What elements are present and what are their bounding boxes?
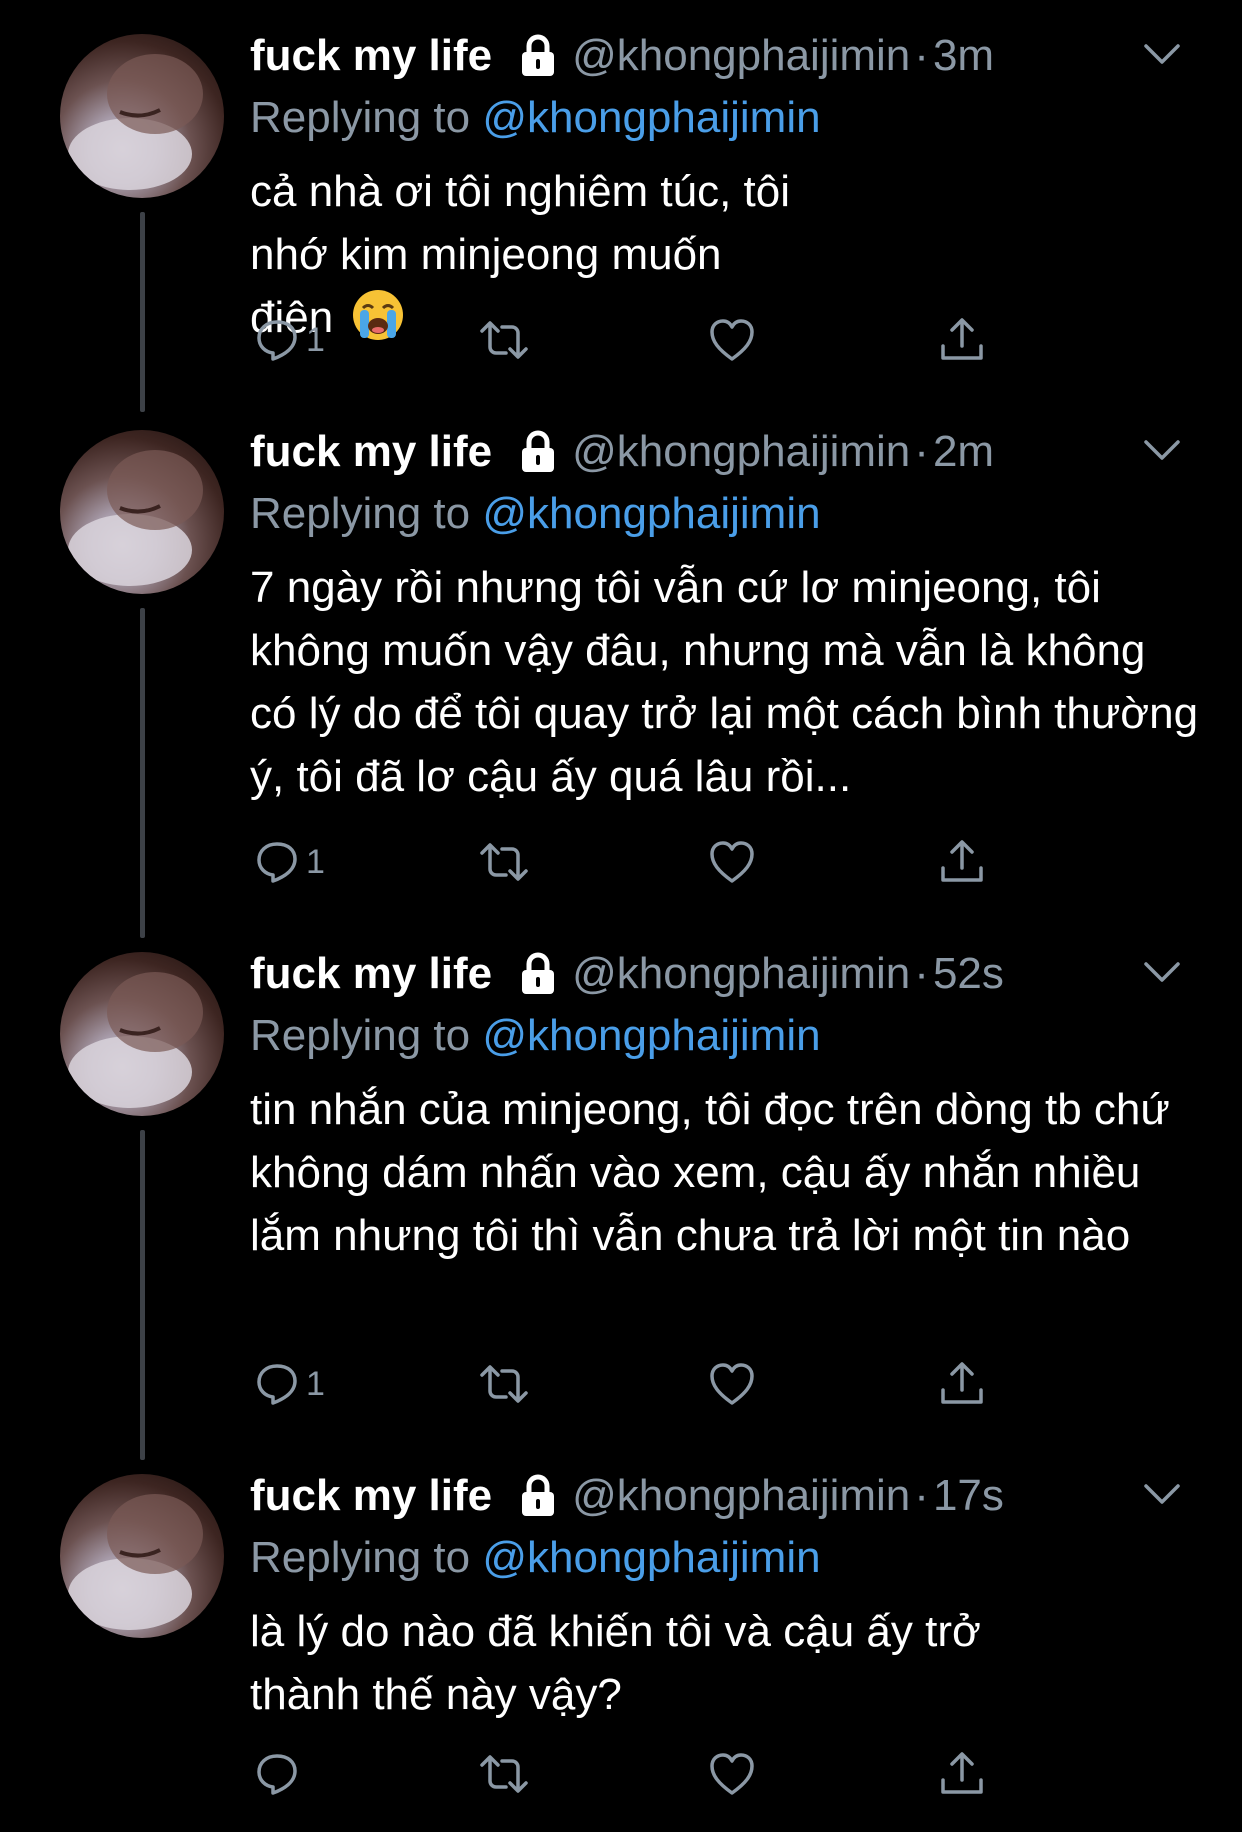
- separator: ·: [914, 31, 929, 80]
- share-button[interactable]: [938, 834, 986, 890]
- share-icon: [941, 840, 983, 882]
- replying-to: Replying to @khongphaijimin: [250, 90, 821, 146]
- retweet-icon: [480, 843, 528, 881]
- heart-icon: [710, 841, 754, 883]
- reply-count: 1: [306, 1364, 325, 1403]
- tweet-actions: 1: [250, 312, 1010, 368]
- heart-icon: [710, 1753, 754, 1795]
- share-icon: [941, 1362, 983, 1404]
- like-button[interactable]: [708, 1356, 756, 1412]
- share-button[interactable]: [938, 312, 986, 368]
- handle[interactable]: @khongphaijimin: [572, 1468, 910, 1524]
- thread-line: [140, 1130, 145, 1460]
- lock-icon: [522, 34, 555, 76]
- handle[interactable]: @khongphaijimin: [572, 28, 910, 84]
- separator: ·: [914, 949, 929, 998]
- tweet-actions: 1: [250, 1356, 1010, 1412]
- handle[interactable]: @khongphaijimin: [572, 946, 910, 1002]
- separator: ·: [914, 1471, 929, 1520]
- reply-icon: [257, 320, 297, 361]
- like-button[interactable]: [708, 312, 756, 368]
- tweet-text: 7 ngày rồi nhưng tôi vẫn cứ lơ minjeong,…: [250, 563, 1199, 801]
- tweet-header: fuck my life @khongphaijimin · 17s: [250, 1468, 1004, 1524]
- reply-icon: [257, 1754, 297, 1795]
- tweet[interactable]: fuck my life @khongphaijimin · 3m Replyi…: [0, 0, 1242, 420]
- tweet-thread: fuck my life @khongphaijimin · 3m Replyi…: [0, 0, 1242, 1832]
- retweet-button[interactable]: [476, 1356, 532, 1412]
- chevron-down-icon[interactable]: [1142, 436, 1182, 464]
- share-icon: [941, 318, 983, 360]
- retweet-icon: [480, 1365, 528, 1403]
- reply-button[interactable]: [254, 1746, 306, 1802]
- heart-icon: [710, 1363, 754, 1405]
- reply-button[interactable]: 1: [254, 1356, 325, 1412]
- share-icon: [941, 1752, 983, 1794]
- thread-line: [140, 212, 145, 412]
- tweet-actions: 1: [250, 834, 1010, 890]
- timestamp[interactable]: 3m: [933, 28, 994, 84]
- tweet-header: fuck my life @khongphaijimin · 52s: [250, 946, 1004, 1002]
- avatar[interactable]: [60, 952, 224, 1116]
- mention-link[interactable]: @khongphaijimin: [482, 489, 820, 538]
- like-button[interactable]: [708, 834, 756, 890]
- display-name[interactable]: fuck my life: [250, 1468, 492, 1524]
- avatar[interactable]: [60, 34, 224, 198]
- retweet-icon: [480, 1755, 528, 1793]
- thread-line: [140, 608, 145, 938]
- retweet-button[interactable]: [476, 1746, 532, 1802]
- lock-icon: [522, 430, 555, 472]
- tweet-text: tin nhắn của minjeong, tôi đọc trên dòng…: [250, 1085, 1170, 1260]
- share-button[interactable]: [938, 1356, 986, 1412]
- tweet[interactable]: fuck my life @khongphaijimin · 17s Reply…: [0, 1440, 1242, 1832]
- replying-to: Replying to @khongphaijimin: [250, 486, 821, 542]
- tweet[interactable]: fuck my life @khongphaijimin · 2m Replyi…: [0, 396, 1242, 938]
- lock-icon: [522, 952, 555, 994]
- reply-count: 1: [306, 842, 325, 881]
- tweet-header: fuck my life @khongphaijimin · 3m: [250, 28, 994, 84]
- replying-label: Replying to: [250, 1011, 471, 1060]
- display-name[interactable]: fuck my life: [250, 28, 492, 84]
- display-name[interactable]: fuck my life: [250, 424, 492, 480]
- mention-link[interactable]: @khongphaijimin: [482, 93, 820, 142]
- reply-count: 1: [306, 320, 325, 359]
- handle[interactable]: @khongphaijimin: [572, 424, 910, 480]
- heart-icon: [710, 319, 754, 361]
- replying-label: Replying to: [250, 489, 471, 538]
- tweet-actions: [250, 1746, 1010, 1802]
- chevron-down-icon[interactable]: [1142, 958, 1182, 986]
- reply-button[interactable]: 1: [254, 312, 325, 368]
- like-button[interactable]: [708, 1746, 756, 1802]
- retweet-button[interactable]: [476, 312, 532, 368]
- reply-button[interactable]: 1: [254, 834, 325, 890]
- mention-link[interactable]: @khongphaijimin: [482, 1011, 820, 1060]
- retweet-icon: [480, 321, 528, 359]
- reply-icon: [257, 1364, 297, 1405]
- timestamp[interactable]: 2m: [933, 424, 994, 480]
- lock-icon: [522, 1474, 555, 1516]
- chevron-down-icon[interactable]: [1142, 1480, 1182, 1508]
- replying-label: Replying to: [250, 1533, 471, 1582]
- timestamp[interactable]: 52s: [933, 946, 1004, 1002]
- tweet-header: fuck my life @khongphaijimin · 2m: [250, 424, 994, 480]
- mention-link[interactable]: @khongphaijimin: [482, 1533, 820, 1582]
- separator: ·: [914, 427, 929, 476]
- display-name[interactable]: fuck my life: [250, 946, 492, 1002]
- replying-to: Replying to @khongphaijimin: [250, 1530, 821, 1586]
- timestamp[interactable]: 17s: [933, 1468, 1004, 1524]
- reply-icon: [257, 842, 297, 883]
- replying-label: Replying to: [250, 93, 471, 142]
- share-button[interactable]: [938, 1746, 986, 1802]
- retweet-button[interactable]: [476, 834, 532, 890]
- tweet[interactable]: fuck my life @khongphaijimin · 52s Reply…: [0, 918, 1242, 1460]
- avatar[interactable]: [60, 1474, 224, 1638]
- avatar[interactable]: [60, 430, 224, 594]
- replying-to: Replying to @khongphaijimin: [250, 1008, 821, 1064]
- tweet-text: là lý do nào đã khiến tôi và cậu ấy trở …: [250, 1607, 981, 1719]
- chevron-down-icon[interactable]: [1142, 40, 1182, 68]
